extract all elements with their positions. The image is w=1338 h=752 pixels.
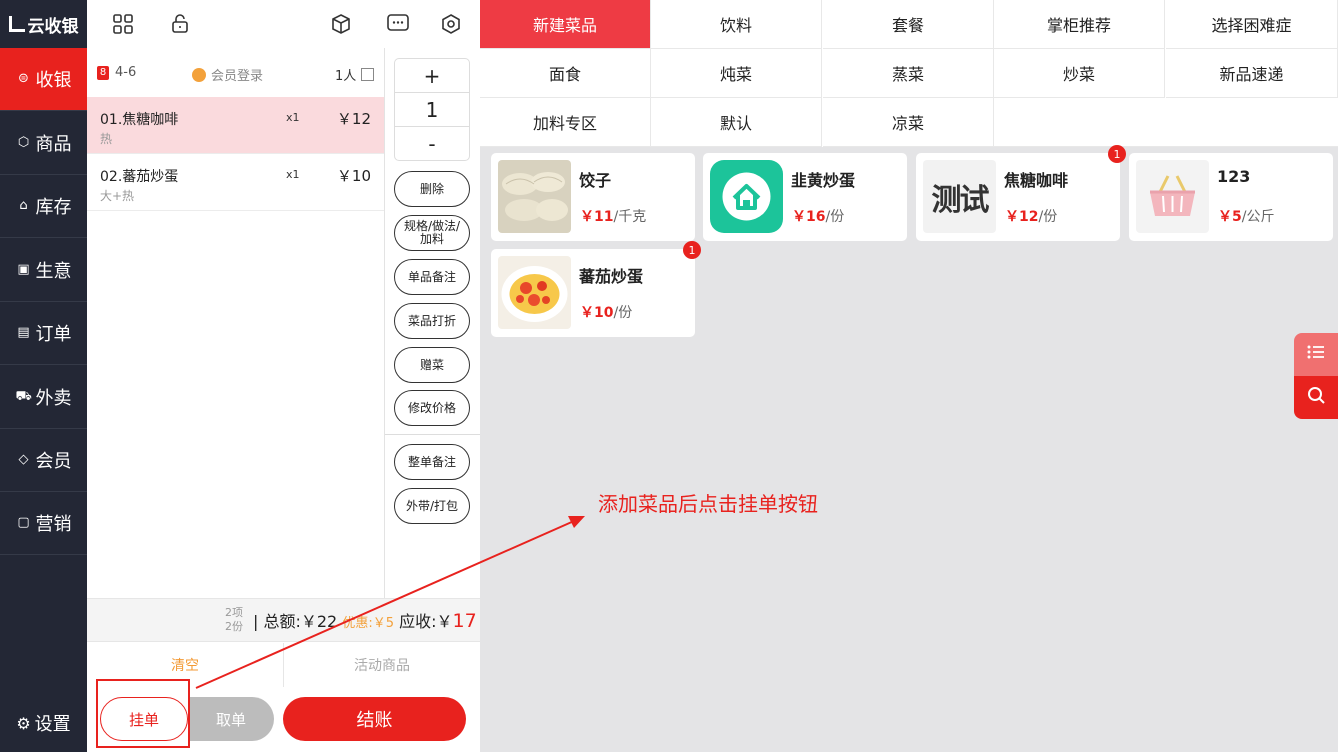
annotation-text: 添加菜品后点击挂单按钮 bbox=[598, 492, 818, 516]
annotation-arrow bbox=[195, 516, 585, 689]
